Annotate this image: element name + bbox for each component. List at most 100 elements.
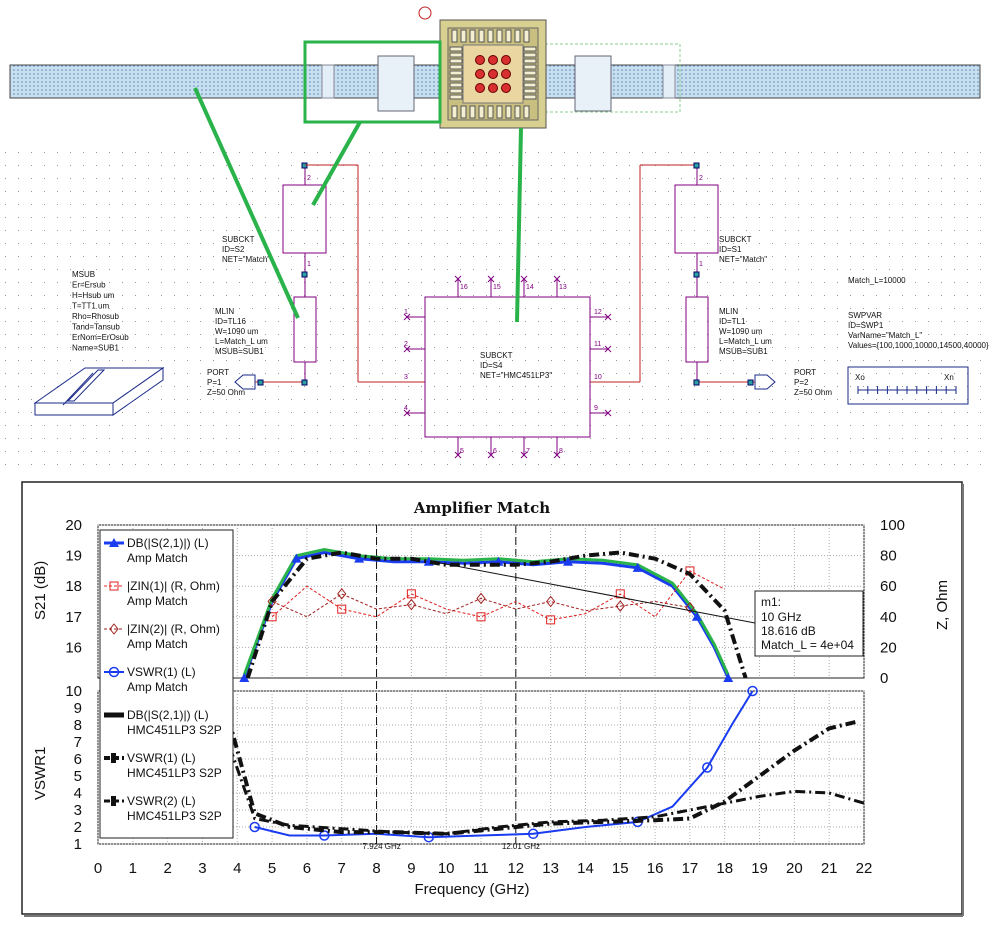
msub-param: Er=Ersub — [72, 281, 106, 290]
legend-sublabel: HMC451LP3 S2P — [127, 766, 222, 780]
graph-window[interactable]: Amplifier Match 0 1 2 3 4 5 6 7 8 9 10 11 12 13 14 15 16… — [21, 481, 964, 917]
legend-label: VSWR(1) (L) — [127, 751, 196, 765]
y-tick-label: 8 — [74, 717, 82, 734]
subckt-s1[interactable]: 2 1 SUBCKTID=S1NET="Match" — [674, 162, 767, 297]
x-tick-label: 13 — [542, 860, 559, 877]
hmc451-package[interactable] — [439, 19, 547, 129]
marker-label: m1: — [761, 595, 781, 609]
msub-param: ErNom=ErOsub — [72, 333, 129, 342]
marker-value: 18.616 dB — [761, 624, 816, 638]
schematic-view[interactable]: MSUB Er=ErsubH=Hsub um T=TT1 umRho=Rhosub T… — [5, 87, 989, 465]
pin-label: 14 — [526, 284, 534, 291]
mlin-param: L=Match_L um — [215, 337, 268, 346]
layout-view[interactable] — [9, 6, 981, 129]
pin-label: 4 — [404, 405, 408, 412]
marker-annotation: 12.01 GHz — [502, 842, 540, 851]
msub-param: Rho=Rhosub — [72, 312, 119, 321]
mlin-param: MSUB=SUB1 — [215, 347, 264, 356]
y-tick-label: 1 — [74, 836, 82, 853]
y-tick-label: 2 — [74, 819, 82, 836]
pin-label: 1 — [699, 261, 703, 268]
subckt-s4[interactable]: 1243121191016 15 14 135 6 7 8 SUBCKTID=S4NET="… — [403, 275, 612, 459]
pin-label: 2 — [699, 175, 703, 182]
legend[interactable]: DB(|S(2,1)|) (L)Amp Match|ZIN(1)| (R, Oh… — [99, 529, 234, 839]
pin-label: 6 — [493, 448, 497, 455]
design-canvas: MSUB Er=ErsubH=Hsub um T=TT1 umRho=Rhosub T… — [5, 6, 989, 917]
callout-line — [515, 127, 523, 323]
legend-sublabel: HMC451LP3 S2P — [127, 723, 222, 737]
pad-left-2 — [377, 55, 415, 112]
x-tick-label: 21 — [821, 860, 838, 877]
x-tick-label: 11 — [473, 860, 489, 877]
swp-xo-label: Xo — [855, 373, 865, 382]
equation-match-l[interactable]: Match_L=10000 — [848, 276, 906, 285]
x-tick-label: 16 — [647, 860, 664, 877]
swpvar-param: SWPVAR — [848, 311, 882, 320]
port-param: PORT — [207, 368, 229, 377]
port-1[interactable]: PORTP=1Z=50 Ohm — [207, 368, 308, 397]
y-tick-label: 3 — [74, 802, 82, 819]
msub-param: T=TT1 um — [72, 302, 109, 311]
msub-element[interactable]: MSUB Er=ErsubH=Hsub um T=TT1 umRho=Rhosub T… — [33, 270, 165, 416]
subckt-param: SUBCKT — [719, 235, 752, 244]
x-tick-label: 1 — [129, 860, 137, 877]
legend-sublabel: Amp Match — [127, 637, 188, 651]
origin-marker — [418, 6, 432, 20]
y-tick-label: 19 — [65, 548, 82, 565]
mlin-param: ID=TL1 — [719, 317, 746, 326]
x-tick-label: 0 — [94, 860, 102, 877]
subckt-param: ID=S4 — [480, 361, 503, 370]
y2-tick-label: 0 — [880, 670, 888, 687]
x-tick-label: 10 — [438, 860, 455, 877]
y2-tick-label: 40 — [880, 609, 897, 626]
mlin-param: ID=TL16 — [215, 317, 246, 326]
swpvar-element[interactable]: SWPVARID=SWP1VarName="Match_L"Values={10… — [847, 311, 989, 405]
x-tick-label: 17 — [682, 860, 699, 877]
pin-label: 15 — [493, 284, 501, 291]
y-tick-label: 9 — [74, 700, 82, 717]
y-tick-label: 5 — [74, 768, 82, 785]
legend-sublabel: Amp Match — [127, 680, 188, 694]
msub-param: Tand=Tansub — [72, 323, 120, 332]
y-axis-label-bottom: VSWR1 — [32, 747, 49, 800]
mlin-tl1[interactable]: MLINID=TL1W=1090 umL=Match_L umMSUB=SUB1 — [685, 296, 772, 382]
y-tick-label: 16 — [65, 639, 82, 656]
marker-value: Match_L = 4e+04 — [761, 638, 854, 652]
pin-label: 2 — [404, 341, 408, 348]
pin-label: 2 — [307, 175, 311, 182]
y-tick-label: 18 — [65, 578, 82, 595]
port-param: Z=50 Ohm — [794, 388, 832, 397]
mlin-param: MSUB=SUB1 — [719, 347, 768, 356]
subckt-param: NET="HMC451LP3" — [480, 371, 552, 380]
y-tick-label: 20 — [65, 517, 82, 534]
subckt-param: ID=S1 — [719, 245, 742, 254]
mlin-param: L=Match_L um — [719, 337, 772, 346]
x-tick-label: 3 — [198, 860, 206, 877]
mlin-param: MLIN — [215, 307, 234, 316]
pin-label: 9 — [594, 405, 598, 412]
x-tick-label: 14 — [577, 860, 594, 877]
x-tick-label: 5 — [268, 860, 276, 877]
pad-right-1 — [662, 64, 676, 99]
mlin-tl16[interactable]: MLINID=TL16W=1090 umL=Match_L umMSUB=SUB… — [215, 296, 317, 382]
subckt-param: NET="Match" — [719, 255, 767, 264]
x-tick-label: 4 — [233, 860, 241, 877]
x-tick-label: 22 — [856, 860, 873, 877]
subckt-param: ID=S2 — [222, 245, 245, 254]
legend-sublabel: Amp Match — [127, 551, 188, 565]
marker-value: 10 GHz — [761, 610, 802, 624]
legend-label: DB(|S(2,1)|) (L) — [127, 536, 209, 550]
port-2[interactable]: PORTP=2Z=50 Ohm — [693, 368, 832, 397]
y-tick-label: 10 — [65, 683, 82, 700]
pad-right-2 — [574, 55, 612, 112]
pin-label: 1 — [404, 309, 408, 316]
schematic-grid — [5, 152, 981, 465]
x-axis-label: Frequency (GHz) — [414, 881, 529, 898]
msub-param: MSUB — [72, 270, 95, 279]
x-tick-label: 8 — [372, 860, 380, 877]
x-tick-label: 15 — [612, 860, 629, 877]
y2-tick-label: 80 — [880, 548, 897, 565]
chart-title: Amplifier Match — [413, 499, 550, 517]
x-tick-label: 12 — [507, 860, 524, 877]
y2-tick-label: 100 — [880, 517, 905, 534]
